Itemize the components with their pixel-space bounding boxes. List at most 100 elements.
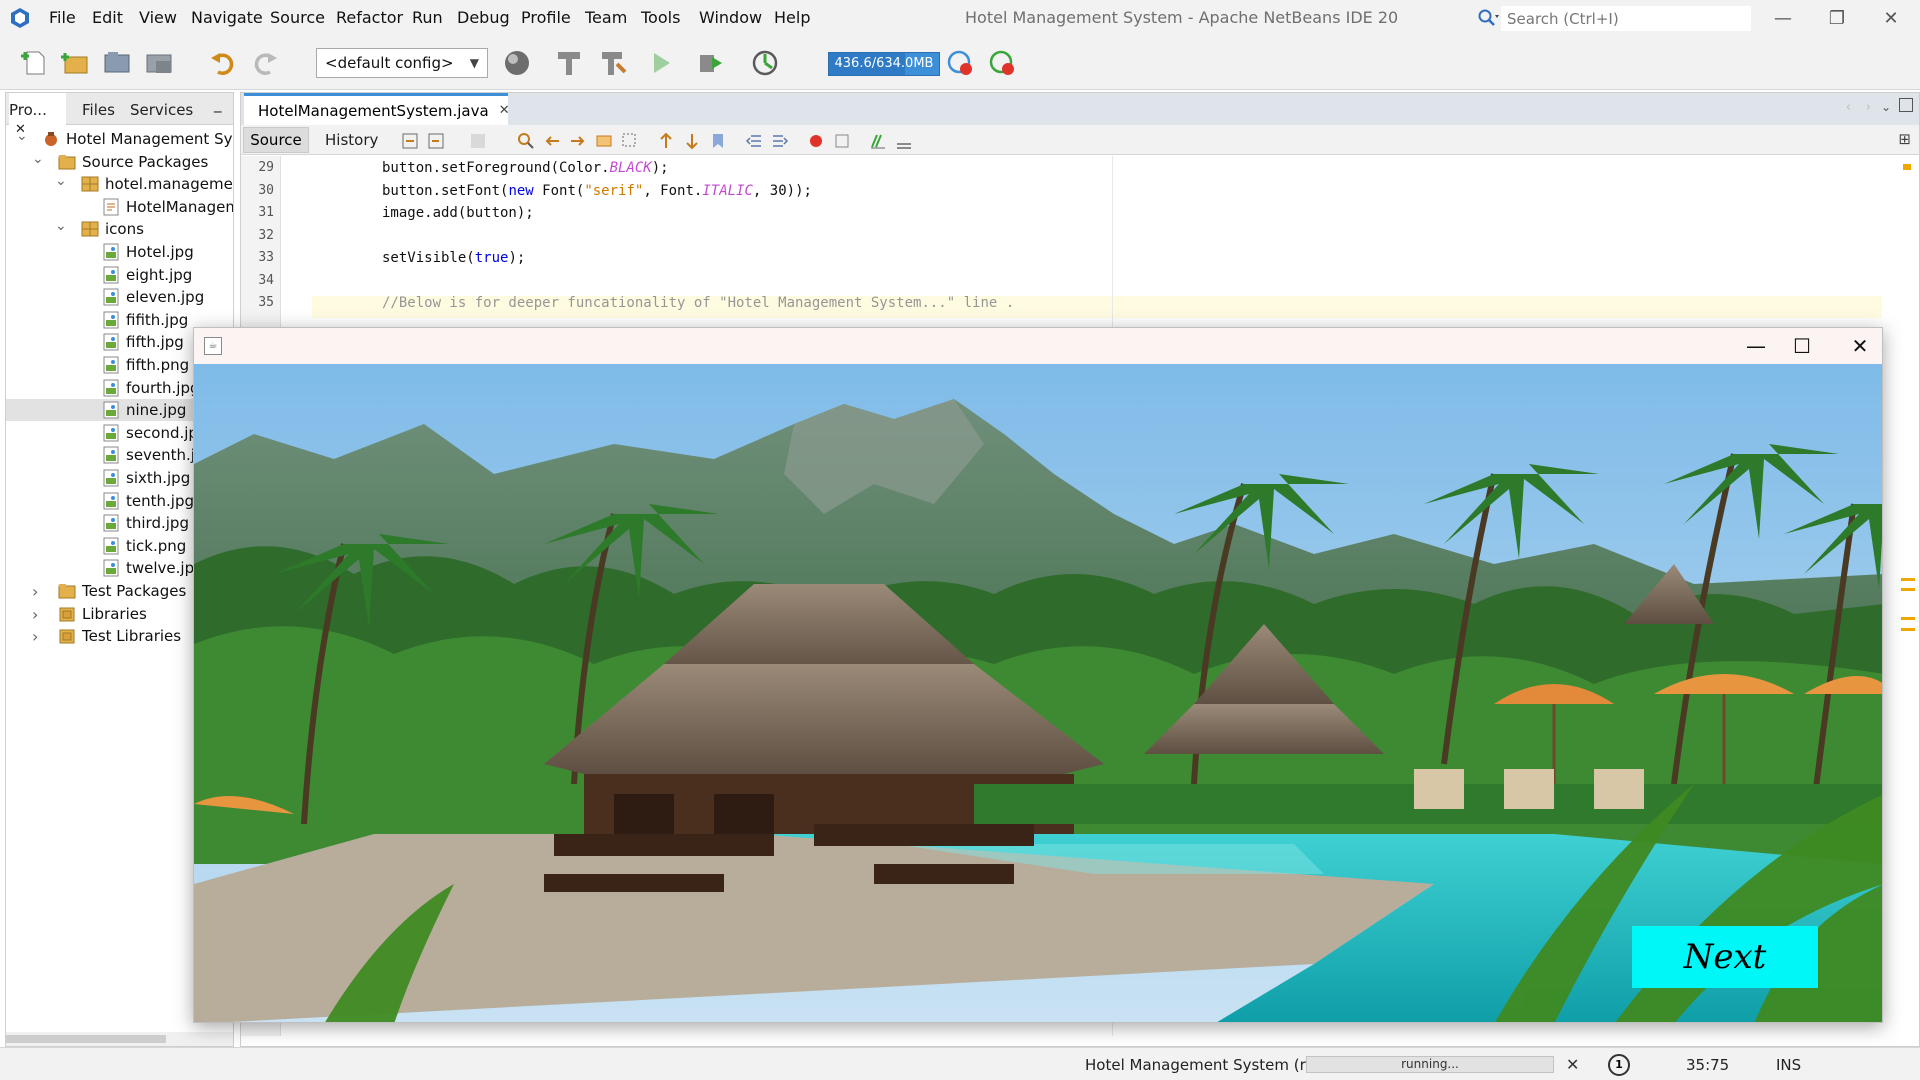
close-button[interactable]: ✕ (1868, 6, 1914, 30)
tree-item-fifith-jpg[interactable]: fifith.jpg (102, 309, 188, 331)
find-icon[interactable] (517, 132, 535, 150)
shift-right-icon[interactable] (771, 132, 789, 150)
last-edit-icon[interactable] (401, 132, 419, 150)
open-project-icon[interactable] (102, 48, 132, 78)
tree-item-fifth-jpg[interactable]: fifth.jpg (102, 331, 184, 353)
menu-help[interactable]: Help (774, 8, 810, 27)
profile-icon[interactable] (752, 48, 782, 78)
chevron-down-icon[interactable]: ⌄ (32, 151, 44, 167)
menu-view[interactable]: View (139, 8, 177, 27)
chevron-down-icon[interactable]: ⌄ (55, 173, 67, 189)
new-project-icon[interactable] (60, 48, 90, 78)
config-select[interactable]: <default config> ▼ (316, 48, 488, 78)
menu-navigate[interactable]: Navigate (191, 8, 263, 27)
horizontal-scrollbar[interactable] (6, 1032, 233, 1046)
run-progress-bar[interactable]: running... (1306, 1056, 1554, 1073)
tree-item-sixth-jpg[interactable]: sixth.jpg (102, 467, 190, 489)
back-icon[interactable] (427, 132, 445, 150)
tree-item-icons[interactable]: icons (81, 218, 144, 240)
tree-item-twelve-jpg[interactable]: twelve.jpg (102, 557, 204, 579)
menu-refactor[interactable]: Refactor (336, 8, 403, 27)
menu-source[interactable]: Source (270, 8, 325, 27)
new-file-icon[interactable] (20, 48, 50, 78)
error-stripe[interactable] (1899, 156, 1915, 1036)
globe-icon[interactable] (502, 48, 532, 78)
tree-item-eight-jpg[interactable]: eight.jpg (102, 264, 192, 286)
debug-icon[interactable] (696, 48, 726, 78)
tab-services[interactable]: Services (130, 101, 193, 119)
rectangular-select-icon[interactable] (621, 132, 639, 150)
menu-edit[interactable]: Edit (92, 8, 123, 27)
gc-icon[interactable] (946, 48, 976, 78)
clean-build-icon[interactable] (598, 48, 628, 78)
app-maximize-button[interactable]: ☐ (1779, 332, 1825, 360)
chevron-right-icon[interactable]: › (32, 605, 38, 624)
chevron-down-icon[interactable]: ⌄ (1881, 100, 1891, 114)
tree-item-third-jpg[interactable]: third.jpg (102, 512, 189, 534)
tree-item-tenth-jpg[interactable]: tenth.jpg (102, 490, 194, 512)
notification-icon[interactable]: 1 (1608, 1054, 1630, 1076)
close-project-icon[interactable] (144, 48, 174, 78)
comment-icon[interactable] (869, 132, 887, 150)
chevron-right-icon[interactable]: › (32, 582, 38, 601)
minimize-button[interactable]: — (1760, 6, 1806, 30)
chevron-right-icon[interactable]: › (32, 627, 38, 646)
memory-usage-bar[interactable]: 436.6/634.0MB (828, 52, 940, 76)
tree-item-tick-png[interactable]: tick.png (102, 535, 186, 557)
scroll-left-icon[interactable]: ‹ (1846, 100, 1851, 115)
code-line[interactable]: button.setFont(new Font("serif", Font.IT… (382, 183, 812, 199)
tree-item-hotelmanagementsystem-java[interactable]: HotelManagementSystem.java (102, 196, 233, 218)
maximize-editor-icon[interactable] (1899, 98, 1913, 112)
tree-item-source-packages[interactable]: Source Packages (58, 151, 208, 173)
code-line[interactable]: button.setForeground(Color.BLACK); (382, 160, 669, 176)
menu-debug[interactable]: Debug (457, 8, 510, 27)
code-line[interactable]: image.add(button); (382, 205, 534, 221)
previous-bookmark-icon[interactable] (657, 132, 675, 150)
tree-item-hotel-jpg[interactable]: Hotel.jpg (102, 241, 194, 263)
search-icon[interactable] (1476, 8, 1500, 28)
next-button[interactable]: Next (1632, 926, 1818, 988)
profiler-telemetry-icon[interactable] (988, 48, 1018, 78)
menu-run[interactable]: Run (412, 8, 443, 27)
menu-team[interactable]: Team (585, 8, 627, 27)
redo-icon[interactable] (250, 48, 280, 78)
menu-window[interactable]: Window (699, 8, 762, 27)
tab-projects[interactable]: Pro... ✕ (9, 93, 66, 137)
history-tab[interactable]: History (325, 131, 378, 149)
tab-files[interactable]: Files (82, 101, 115, 119)
tree-item-fourth-jpg[interactable]: fourth.jpg (102, 377, 200, 399)
tree-item-second-jpg[interactable]: second.jpg (102, 422, 207, 444)
build-icon[interactable] (554, 48, 584, 78)
undo-icon[interactable] (208, 48, 238, 78)
minimize-panel-button[interactable]: _ (214, 95, 222, 113)
scrollbar-thumb[interactable] (6, 1035, 166, 1043)
close-icon[interactable]: ✕ (1566, 1055, 1579, 1074)
tab-hotel-management-system-java[interactable]: HotelManagementSystem.java ✕ (244, 93, 510, 125)
tree-item-eleven-jpg[interactable]: eleven.jpg (102, 286, 204, 308)
menu-tools[interactable]: Tools (641, 8, 680, 27)
scroll-right-icon[interactable]: › (1866, 100, 1871, 115)
tree-item-hotel-management-system[interactable]: hotel.management.system (81, 173, 233, 195)
find-next-icon[interactable] (569, 132, 587, 150)
maximize-button[interactable]: ❐ (1814, 6, 1860, 30)
tree-item-test-packages[interactable]: Test Packages (58, 580, 186, 602)
tree-item-hotel-management-system[interactable]: Hotel Management System (42, 128, 233, 150)
split-editor-icon[interactable]: ⊞ (1898, 130, 1911, 148)
tree-item-libraries[interactable]: Libraries (58, 603, 147, 625)
tree-item-fifth-png[interactable]: fifth.png (102, 354, 189, 376)
code-line[interactable]: setVisible(true); (382, 250, 525, 266)
code-line[interactable]: //Below is for deeper funcationality of … (382, 295, 1014, 311)
toggle-highlight-icon[interactable] (595, 132, 613, 150)
shift-left-icon[interactable] (745, 132, 763, 150)
next-bookmark-icon[interactable] (683, 132, 701, 150)
app-minimize-button[interactable]: — (1733, 332, 1779, 360)
run-icon[interactable] (646, 48, 676, 78)
tree-item-test-libraries[interactable]: Test Libraries (58, 625, 181, 647)
chevron-down-icon[interactable]: ⌄ (55, 218, 67, 234)
menu-file[interactable]: File (49, 8, 76, 27)
find-previous-icon[interactable] (543, 132, 561, 150)
search-input[interactable] (1501, 6, 1751, 31)
forward-icon[interactable] (469, 132, 487, 150)
toggle-bookmark-icon[interactable] (709, 132, 727, 150)
menu-profile[interactable]: Profile (521, 8, 571, 27)
